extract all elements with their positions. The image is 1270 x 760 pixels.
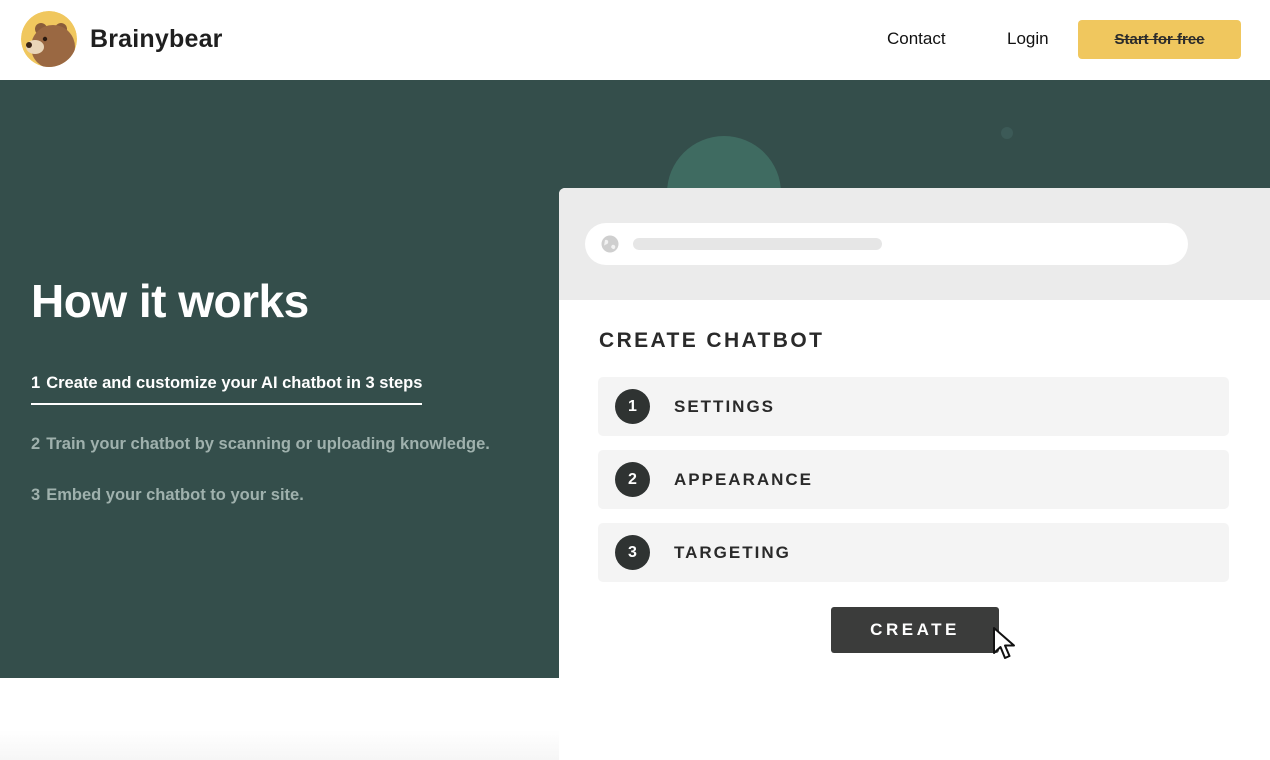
step-text: Embed your chatbot to your site. — [46, 486, 304, 504]
step-text: Create and customize your AI chatbot in … — [46, 374, 423, 392]
step-number: 1 — [31, 374, 41, 392]
row-number-badge: 1 — [615, 389, 650, 424]
row-number-badge: 2 — [615, 462, 650, 497]
create-chatbot-mockup: CREATE CHATBOT 1 SETTINGS 2 APPEARANCE 3… — [559, 188, 1270, 760]
appearance-row[interactable]: 2 APPEARANCE — [598, 450, 1229, 509]
brand-name: Brainybear — [90, 24, 223, 53]
globe-icon — [601, 235, 619, 253]
step-text: Train your chatbot by scanning or upload… — [46, 435, 490, 453]
row-label: SETTINGS — [674, 397, 776, 416]
address-bar — [585, 223, 1188, 265]
step-item-1[interactable]: 1 Create and customize your AI chatbot in… — [31, 374, 423, 405]
site-header: Brainybear Contact Login Start for free — [0, 0, 1270, 80]
mouse-pointer-icon — [993, 627, 1015, 659]
create-button[interactable]: CREATE — [831, 607, 999, 653]
nav-contact-link[interactable]: Contact — [887, 29, 946, 49]
section-title: How it works — [31, 275, 309, 327]
browser-toolbar — [559, 188, 1270, 300]
mock-heading: CREATE CHATBOT — [599, 329, 825, 352]
step-item-2[interactable]: 2 Train your chatbot by scanning or uploa… — [31, 435, 490, 454]
step-item-3[interactable]: 3 Embed your chatbot to your site. — [31, 486, 304, 505]
nav-login-link[interactable]: Login — [1007, 29, 1049, 49]
start-for-free-button[interactable]: Start for free — [1078, 20, 1241, 59]
step-number: 3 — [31, 486, 41, 504]
row-label: APPEARANCE — [674, 470, 814, 489]
step-number: 2 — [31, 435, 41, 453]
logo[interactable]: Brainybear — [21, 11, 223, 67]
row-number-badge: 3 — [615, 535, 650, 570]
bottom-fade — [0, 730, 559, 760]
row-label: TARGETING — [674, 543, 791, 562]
bear-logo-icon — [21, 11, 77, 67]
decorative-dot — [1001, 127, 1013, 139]
url-placeholder-line — [633, 238, 882, 250]
targeting-row[interactable]: 3 TARGETING — [598, 523, 1229, 582]
settings-row[interactable]: 1 SETTINGS — [598, 377, 1229, 436]
